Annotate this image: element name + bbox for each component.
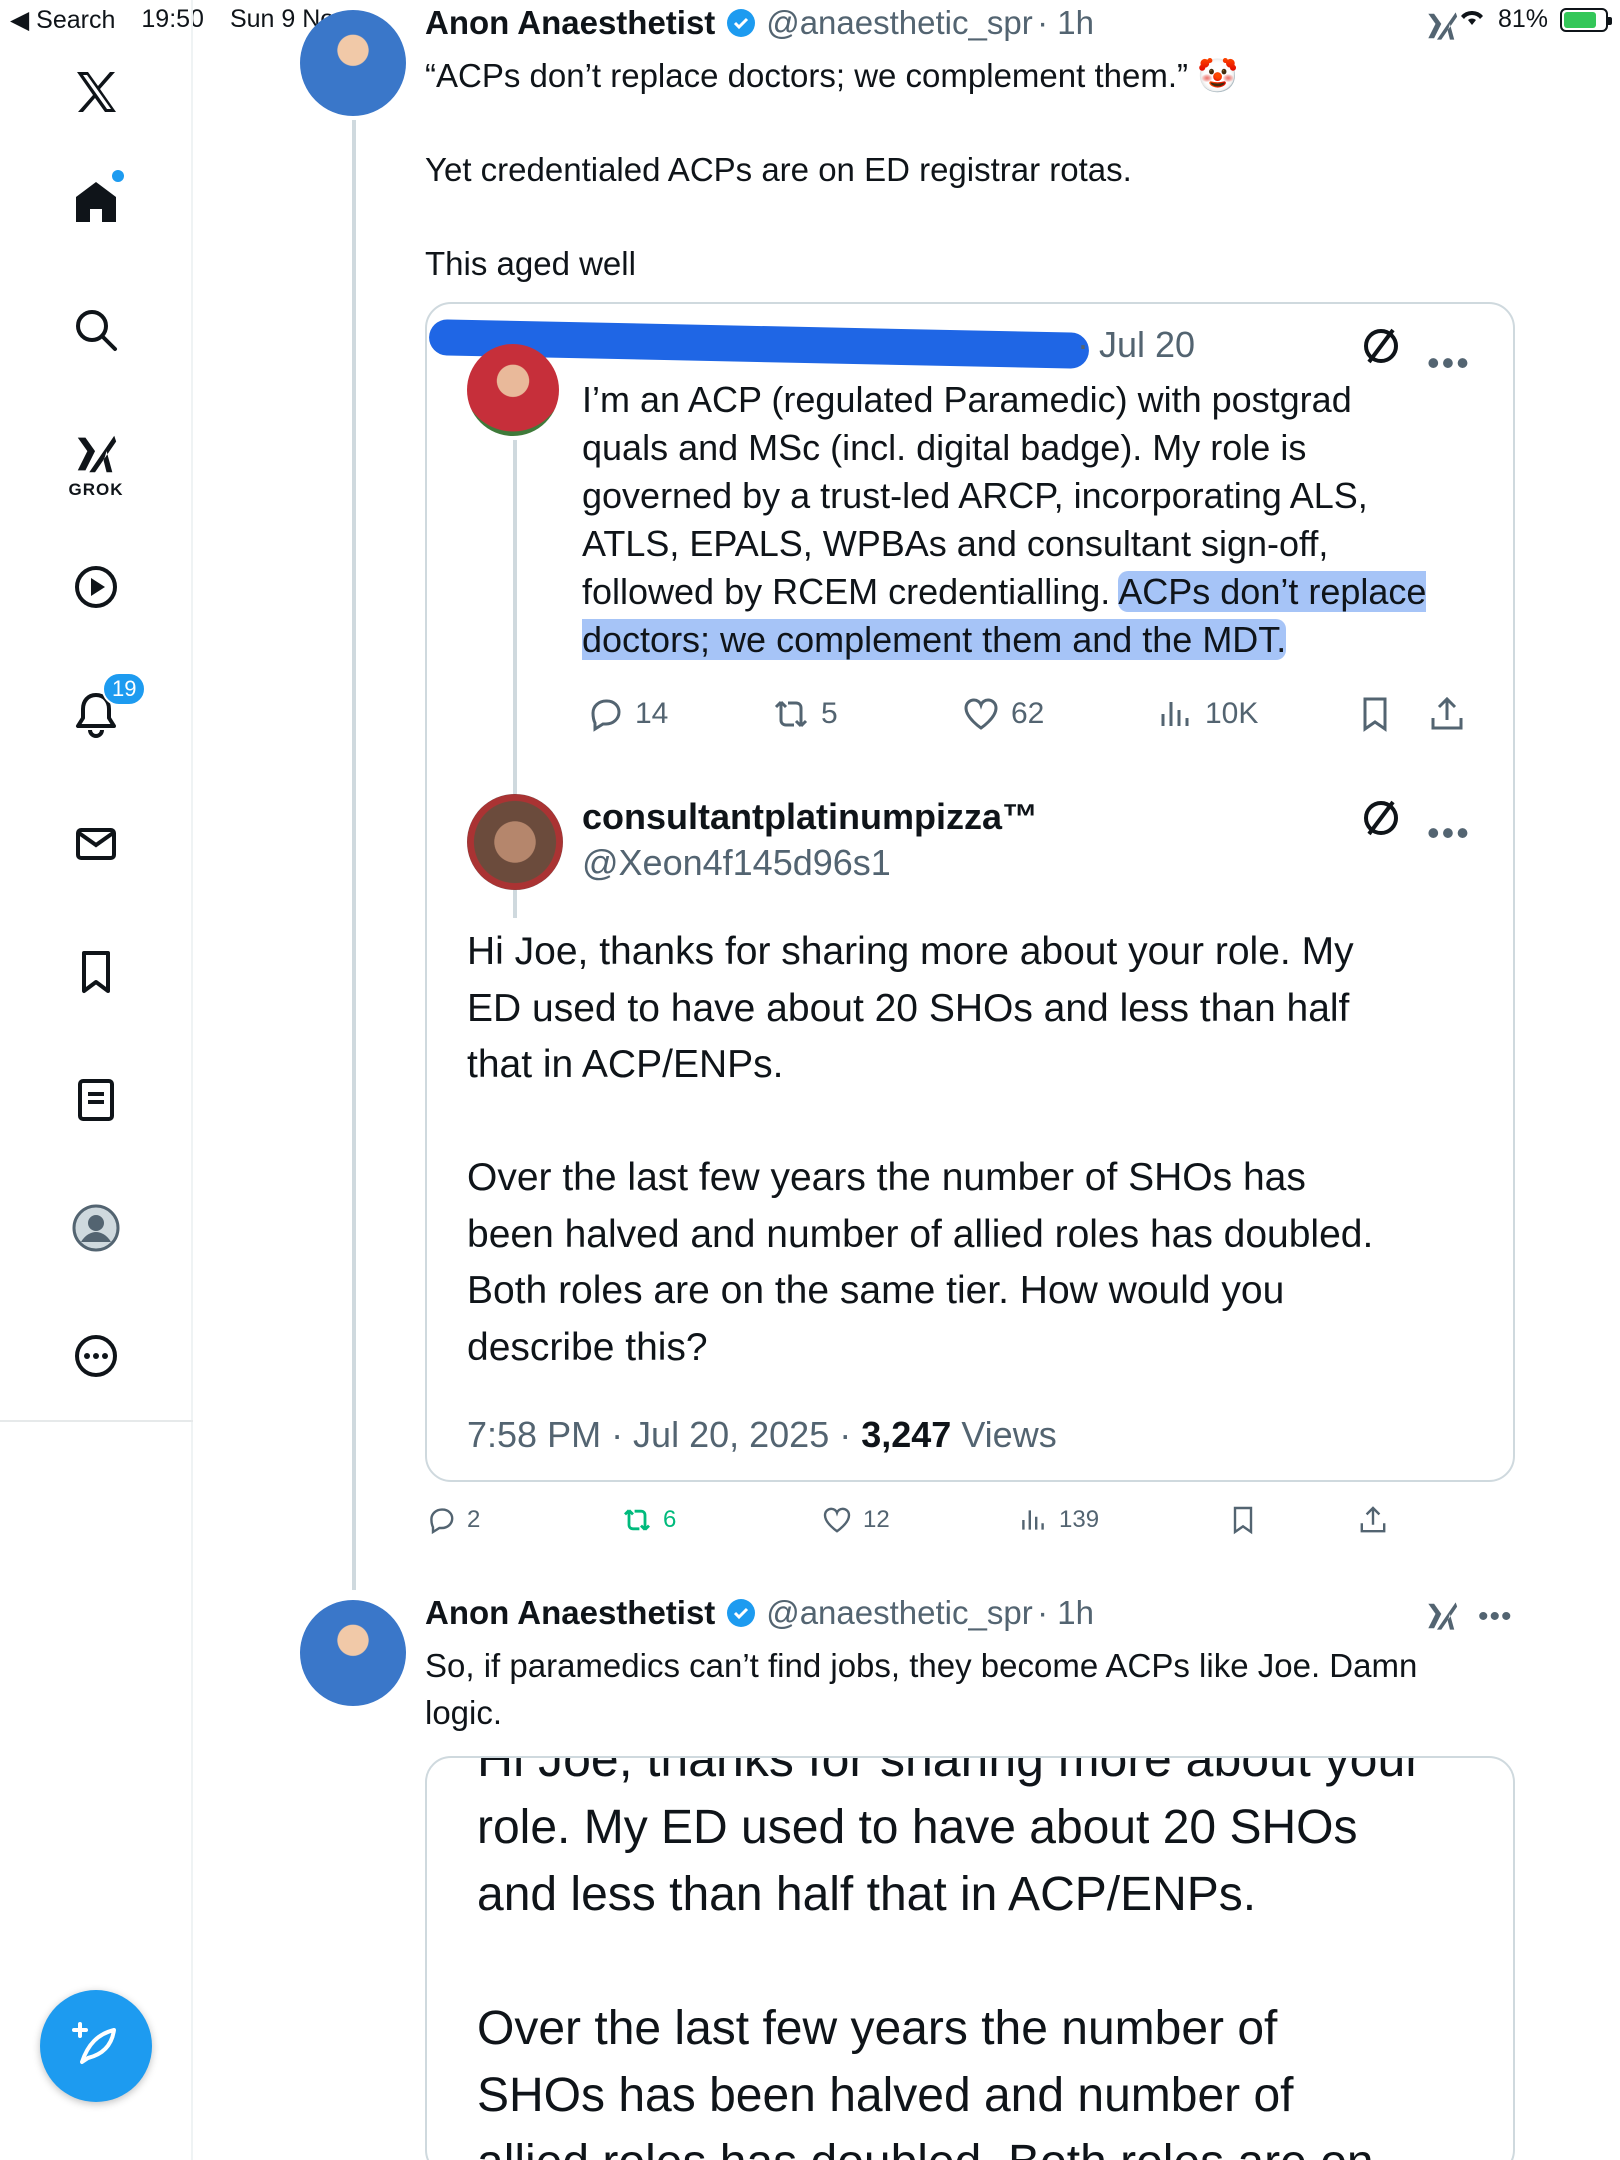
view-count: 139 [1059, 1506, 1100, 1533]
quoted-thread-card[interactable]: · Jul 20 ••• I’m an ACP (regulated Param… [425, 302, 1515, 1482]
views-icon [1022, 1510, 1044, 1530]
bookmark-icon [1233, 1506, 1253, 1535]
battery-percentage: 81% [1497, 5, 1548, 33]
search-icon[interactable] [62, 296, 130, 364]
like-icon [964, 698, 998, 730]
like-button[interactable]: 12 [821, 1504, 1017, 1536]
home-unread-dot [112, 170, 124, 182]
bookmark-button[interactable] [1227, 1504, 1357, 1536]
parent-view-count: 10K [1205, 697, 1259, 730]
quoted-screenshot-text: role. My ED used to have about 20 SHOs a… [477, 1801, 1374, 2160]
parent-action-bar: 14 5 62 10K [585, 694, 1485, 734]
compose-feather-icon [72, 2022, 116, 2064]
notifications-icon[interactable]: 19 [62, 672, 147, 748]
repost-count: 6 [663, 1506, 677, 1533]
reply-count: 2 [467, 1506, 481, 1533]
repost-icon [774, 700, 808, 728]
reply-views-label: Views [951, 1414, 1057, 1455]
parent-like-count: 62 [1011, 697, 1045, 730]
parent-repost-button[interactable]: 5 [771, 694, 961, 734]
reply-author-avatar[interactable] [467, 794, 563, 890]
tweet-header: Anon Anaesthetist @anaesthetic_spr · 1h [425, 4, 1094, 42]
reply-post-text: Hi Joe, thanks for sharing more about yo… [467, 930, 1374, 1369]
lists-icon[interactable] [62, 1066, 130, 1134]
parent-author-avatar[interactable] [467, 344, 559, 436]
tweet-text: “ACPs don’t replace doctors; we compleme… [425, 57, 1239, 282]
reply-icon [430, 1508, 454, 1535]
battery-icon [1560, 7, 1612, 32]
grok-icon[interactable]: GROK [62, 420, 130, 510]
wifi-icon [1458, 5, 1486, 34]
reply-button[interactable]: 2 [425, 1504, 621, 1536]
grok-explain-icon[interactable] [1424, 1598, 1460, 1639]
like-count: 12 [863, 1506, 890, 1533]
post-action-bar: 2 6 12 139 [425, 1504, 1425, 1536]
thread-connector-line [352, 1568, 356, 1590]
parent-repost-count: 5 [821, 697, 838, 730]
parent-views-button[interactable]: 10K [1155, 694, 1355, 734]
thread-connector-line [352, 120, 356, 1580]
reply-author-handle[interactable]: @Xeon4f145d96s1 [582, 842, 891, 884]
author-avatar[interactable] [300, 1600, 406, 1706]
quote-cut-line: Hi Joe, thanks for sharing more about yo… [477, 1756, 1513, 1790]
share-icon [1360, 1506, 1386, 1533]
parent-reply-button[interactable]: 14 [585, 694, 771, 734]
repost-button[interactable]: 6 [621, 1504, 821, 1536]
notification-count-badge: 19 [102, 672, 147, 706]
reply-timestamp-row: 7:58 PM · Jul 20, 2025 · 3,247 Views [467, 1414, 1057, 1456]
reply-author-name[interactable]: consultantplatinumpizza™ [582, 796, 1038, 838]
views-button[interactable]: 139 [1017, 1504, 1227, 1536]
verified-badge-icon [726, 9, 755, 37]
author-handle[interactable]: @anaesthetic_spr [766, 1594, 1032, 1631]
bookmarks-icon[interactable] [62, 938, 130, 1006]
post-time[interactable]: · 1h [1037, 1594, 1094, 1631]
parent-post-date[interactable]: · Jul 20 [1077, 324, 1195, 366]
grok-imagine-icon[interactable] [62, 553, 130, 621]
share-button[interactable] [1357, 1504, 1389, 1536]
grok-label: GROK [68, 480, 124, 499]
grok-null-icon[interactable] [1359, 796, 1403, 845]
parent-share-button[interactable] [1427, 694, 1467, 734]
reply-views-count: 3,247 [861, 1414, 952, 1455]
grok-null-icon[interactable] [1359, 324, 1403, 373]
reply-icon [591, 699, 621, 732]
parent-bookmark-button[interactable] [1355, 694, 1427, 734]
bookmark-icon [1363, 697, 1387, 732]
post-time[interactable]: · 1h [1037, 4, 1094, 41]
parent-post-text: I’m an ACP (regulated Paramedic) with po… [582, 376, 1502, 664]
home-icon[interactable] [62, 168, 130, 236]
tweet-text: So, if paramedics can’t find jobs, they … [425, 1647, 1418, 1731]
parent-reply-count: 14 [635, 697, 669, 730]
x-logo-icon[interactable] [62, 58, 130, 126]
views-icon [1161, 702, 1189, 726]
author-name[interactable]: Anon Anaesthetist [425, 1594, 715, 1631]
sidebar-divider [0, 1420, 193, 1422]
grok-explain-icon[interactable] [1424, 8, 1460, 49]
profile-icon[interactable] [62, 1194, 130, 1262]
like-icon [823, 1507, 851, 1533]
quoted-screenshot-card[interactable]: Hi Joe, thanks for sharing more about yo… [425, 1756, 1515, 2160]
messages-icon[interactable] [62, 810, 130, 878]
author-name[interactable]: Anon Anaesthetist [425, 4, 715, 41]
quote-cut-text: Hi Joe, thanks for sharing more about yo… [477, 1756, 1422, 1787]
author-avatar[interactable] [300, 10, 406, 116]
compose-post-button[interactable] [40, 1990, 152, 2102]
tweet-header: Anon Anaesthetist @anaesthetic_spr · 1h [425, 1594, 1094, 1632]
share-icon [1431, 696, 1463, 730]
author-handle[interactable]: @anaesthetic_spr [766, 4, 1032, 41]
reply-more-icon[interactable]: ••• [1427, 812, 1471, 854]
reply-timestamp[interactable]: 7:58 PM · Jul 20, 2025 · [467, 1414, 861, 1455]
more-options-icon[interactable] [62, 1322, 130, 1390]
more-icon[interactable]: ••• [1478, 1600, 1513, 1634]
verified-badge-icon [726, 1599, 755, 1627]
parent-like-button[interactable]: 62 [961, 694, 1155, 734]
repost-icon [624, 1509, 650, 1531]
